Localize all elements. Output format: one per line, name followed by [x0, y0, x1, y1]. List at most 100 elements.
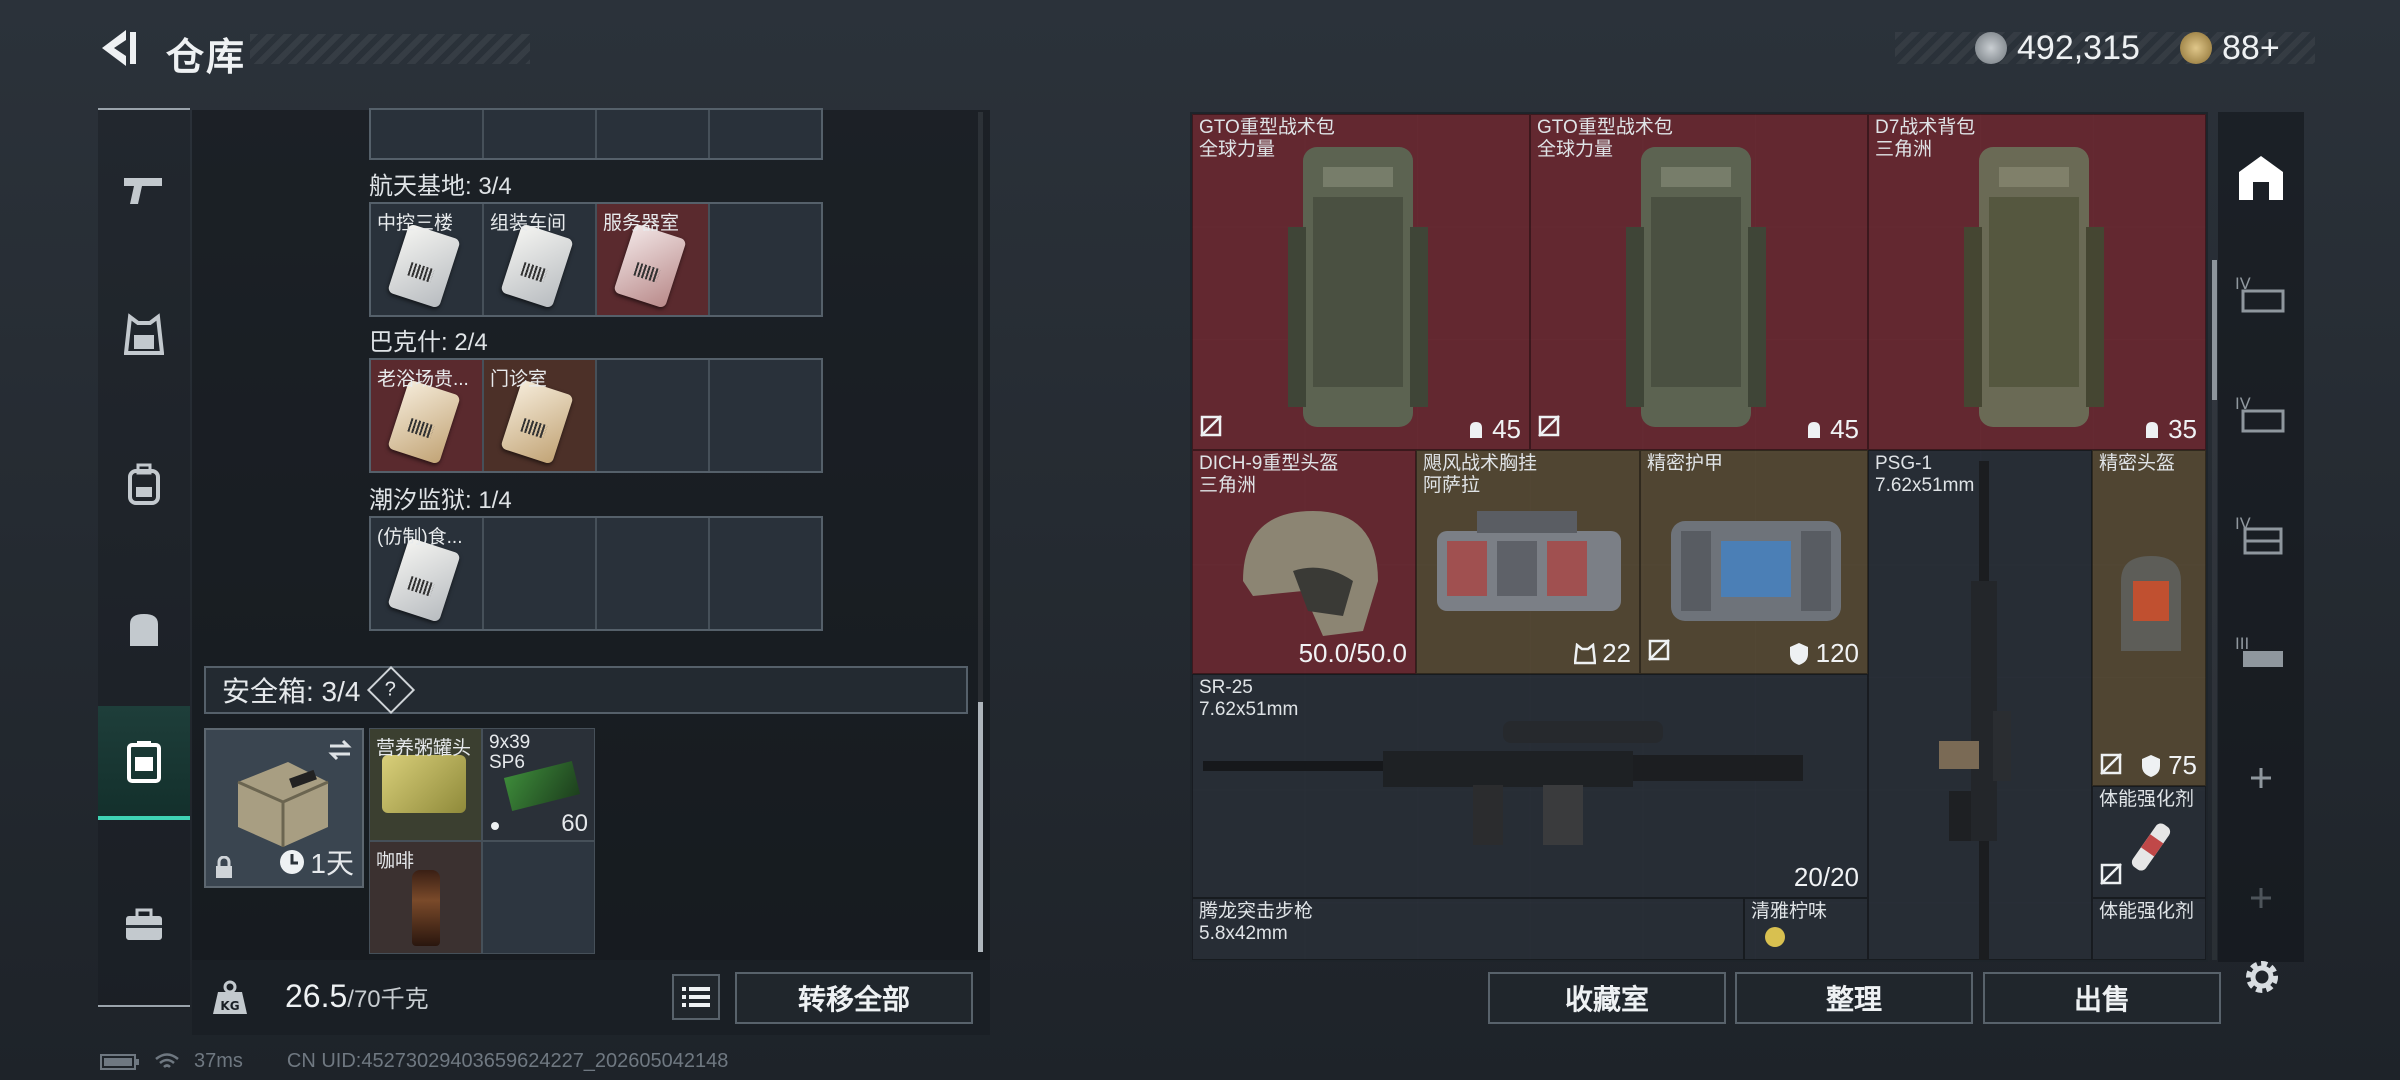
- vest-icon: [1574, 642, 1597, 664]
- keycard-name: (仿制)食...: [377, 527, 463, 548]
- scroll-thumb[interactable]: [2212, 260, 2217, 400]
- svg-text:III: III: [2235, 634, 2249, 653]
- stash-page-main[interactable]: [2218, 128, 2304, 228]
- nav-armor[interactable]: [98, 280, 190, 390]
- stash-item[interactable]: 精密头盔 75: [2092, 450, 2206, 786]
- item-name: DICH-9重型头盔 三角洲: [1199, 453, 1339, 496]
- item-value: 120: [1788, 638, 1859, 669]
- stash-scrollbar[interactable]: [2212, 260, 2217, 960]
- keycard-slot-empty[interactable]: [484, 518, 597, 629]
- helmet-image: [2121, 556, 2181, 651]
- item-name: 精密头盔: [2099, 453, 2176, 474]
- safebox-case-icon: [237, 762, 329, 847]
- tier4-gun-icon: IV: [2235, 274, 2285, 313]
- stash-item[interactable]: PSG-1 7.62x51mm: [1868, 450, 2092, 960]
- keycard-slot-empty[interactable]: [710, 360, 821, 471]
- settings-icon: [2246, 961, 2278, 993]
- armor-icon: [124, 313, 164, 355]
- stash-item[interactable]: 腾龙突击步枪 5.8x42mm: [1192, 898, 1744, 960]
- backpack-image: [1964, 147, 2104, 427]
- nav-bag[interactable]: [98, 575, 190, 685]
- group-label-aerospace: 航天基地: 3/4: [369, 173, 512, 200]
- backpack-icon: [128, 463, 160, 505]
- keycard-slot[interactable]: [597, 110, 710, 158]
- add-stash-page[interactable]: [2218, 728, 2304, 828]
- sort-button[interactable]: 整理: [1735, 972, 1973, 1024]
- keycard-slot[interactable]: (仿制)食...: [371, 518, 484, 629]
- add-stash-page-locked[interactable]: [2218, 848, 2304, 948]
- safebox-item[interactable]: 咖啡: [369, 841, 482, 954]
- stash-item[interactable]: GTO重型战术包 全球力量 45: [1530, 114, 1868, 450]
- keycard-slot-empty[interactable]: [597, 360, 710, 471]
- nav-safebox[interactable]: [98, 706, 190, 820]
- item-value: 50.0/50.0: [1298, 638, 1407, 668]
- help-icon[interactable]: ?: [367, 665, 416, 715]
- keycard-slot[interactable]: 老浴场贵...: [371, 360, 484, 471]
- group-label-tide-prison: 潮汐监狱: 1/4: [369, 487, 512, 514]
- item-value: 35: [2142, 414, 2197, 445]
- safebox-item[interactable]: 9x39 SP6 60: [482, 728, 595, 841]
- swap-icon[interactable]: [326, 738, 354, 762]
- safebox-slot[interactable]: 1天: [204, 728, 364, 888]
- keycard-icon: [613, 223, 687, 309]
- keycard-slot[interactable]: 服务器室: [597, 204, 710, 315]
- toolbox-icon: [126, 908, 162, 940]
- scroll-thumb[interactable]: [978, 702, 983, 952]
- stash-item[interactable]: 清雅柠味: [1744, 898, 1868, 960]
- stash-item[interactable]: D7战术背包 三角洲 35: [1868, 114, 2206, 450]
- collection-room-button[interactable]: 收藏室: [1488, 972, 1726, 1024]
- settings-button[interactable]: [2240, 955, 2284, 999]
- nav-weapons[interactable]: [98, 135, 190, 245]
- keycard-slot[interactable]: 门诊室: [484, 360, 597, 471]
- stash-item[interactable]: SR-25 7.62x51mm 20/20: [1192, 674, 1868, 898]
- keycard-name: 门诊室: [490, 369, 548, 390]
- backpack-image: [1626, 147, 1766, 427]
- token-balance[interactable]: 88+: [2180, 26, 2280, 70]
- left-scrollbar[interactable]: [978, 112, 983, 952]
- coin-balance[interactable]: 492,315: [1975, 26, 2140, 70]
- safebox-item[interactable]: 营养粥罐头: [369, 728, 482, 841]
- keycard-slot-empty[interactable]: [710, 204, 821, 315]
- stash-item[interactable]: 体能强化剂: [2092, 898, 2206, 960]
- group-label-bakhsh: 巴克什: 2/4: [369, 329, 488, 356]
- sell-button[interactable]: 出售: [1983, 972, 2221, 1024]
- stash-item[interactable]: DICH-9重型头盔 三角洲 50.0/50.0: [1192, 450, 1416, 674]
- nav-toolbox[interactable]: [98, 870, 190, 980]
- stash-item[interactable]: 精密护甲 120: [1640, 450, 1868, 674]
- safebox-slot-empty[interactable]: [482, 841, 595, 954]
- keycard-grid-aerospace: 中控三楼 组装车间 服务器室: [369, 202, 823, 317]
- weight-current: 26.5: [285, 978, 348, 1014]
- item-value: 45: [1466, 414, 1521, 445]
- keycard-slot[interactable]: [484, 110, 597, 158]
- no-insure-icon: [1647, 638, 1671, 667]
- transfer-all-button[interactable]: 转移全部: [735, 972, 973, 1024]
- stash-item[interactable]: GTO重型战术包 全球力量 45: [1192, 114, 1530, 450]
- stash-item[interactable]: 体能强化剂: [2092, 786, 2206, 898]
- keycard-slot-empty[interactable]: [710, 518, 821, 629]
- back-button[interactable]: [96, 26, 140, 70]
- item-name: 腾龙突击步枪 5.8x42mm: [1199, 901, 1314, 944]
- item-name: 精密护甲: [1647, 453, 1724, 474]
- keycard-slot[interactable]: 中控三楼: [371, 204, 484, 315]
- armor-image: [1671, 521, 1841, 621]
- list-view-button[interactable]: [672, 974, 720, 1020]
- tier4-gun-icon: IV: [2235, 394, 2285, 433]
- stash-page-5[interactable]: III: [2218, 605, 2304, 705]
- page-title: 仓库: [166, 37, 247, 79]
- keycard-slot[interactable]: [371, 110, 484, 158]
- keycard-slot-empty[interactable]: [597, 518, 710, 629]
- stash-page-2[interactable]: IV: [2218, 245, 2304, 345]
- keycard-slot[interactable]: [710, 110, 821, 158]
- coin-amount: 492,315: [2017, 28, 2140, 67]
- gun-icon: [124, 178, 162, 204]
- food-can-icon: [382, 755, 466, 813]
- token-icon: [2180, 32, 2212, 64]
- keycard-slot[interactable]: 组装车间: [484, 204, 597, 315]
- nav-backpack[interactable]: [98, 430, 190, 540]
- no-insure-icon: [1199, 414, 1223, 443]
- safebox-capacity: 安全箱: 3/4: [222, 676, 361, 707]
- stash-item[interactable]: 飓风战术胸挂 阿萨拉 22: [1416, 450, 1640, 674]
- plus-icon: [2251, 768, 2271, 788]
- stash-page-4[interactable]: IV: [2218, 485, 2304, 585]
- stash-page-3[interactable]: IV: [2218, 365, 2304, 465]
